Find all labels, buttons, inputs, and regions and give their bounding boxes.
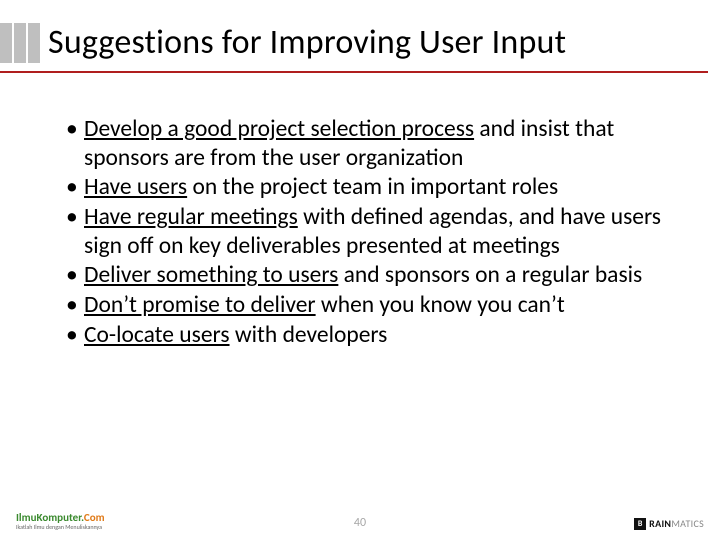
slide-body: Develop a good project selection process…	[0, 73, 720, 349]
slide-title: Suggestions for Improving User Input	[48, 22, 566, 63]
footer-right-logo: B RAINMATICS	[634, 517, 704, 530]
accent-tab	[0, 23, 12, 63]
slide-header: Suggestions for Improving User Input	[0, 0, 720, 71]
list-item: Have users on the project team in import…	[66, 173, 662, 202]
list-item: Co-locate users with developers	[66, 321, 662, 350]
list-item: Develop a good project selection process…	[66, 115, 662, 172]
accent-tab	[14, 23, 26, 63]
bullet-underline: Have regular meetings	[84, 203, 298, 231]
brand-main: RAIN	[649, 517, 671, 530]
footer-left-logo: IlmuKomputer.Com Ikatlah Ilmu dengan Men…	[16, 512, 105, 530]
brainmatics-text: RAINMATICS	[649, 517, 704, 530]
bullet-underline: Don’t promise to deliver	[84, 291, 316, 319]
bullet-underline: Develop a good project selection process	[84, 115, 474, 143]
bullet-underline: Deliver something to users	[84, 261, 338, 289]
bullet-list: Develop a good project selection process…	[66, 115, 662, 349]
bullet-rest: with developers	[230, 321, 388, 349]
bullet-underline: Co-locate users	[84, 321, 230, 349]
accent-tab	[28, 23, 40, 63]
footer-left-tagline: Ikatlah Ilmu dengan Menuliskannya	[16, 524, 105, 530]
list-item: Don’t promise to deliver when you know y…	[66, 291, 662, 320]
bullet-rest: when you know you can’t	[316, 291, 565, 319]
header-accent-tabs	[0, 23, 42, 63]
bullet-rest: and sponsors on a regular basis	[338, 261, 642, 289]
brand-suffix: MATICS	[671, 517, 704, 530]
list-item: Have regular meetings with defined agend…	[66, 203, 662, 260]
bullet-rest: on the project team in important roles	[187, 173, 558, 201]
bullet-underline: Have users	[84, 173, 187, 201]
slide-footer: IlmuKomputer.Com Ikatlah Ilmu dengan Men…	[0, 512, 720, 530]
footer-left-brand: IlmuKomputer.Com	[16, 512, 105, 523]
brainmatics-icon: B	[634, 518, 646, 530]
list-item: Deliver something to users and sponsors …	[66, 261, 662, 290]
